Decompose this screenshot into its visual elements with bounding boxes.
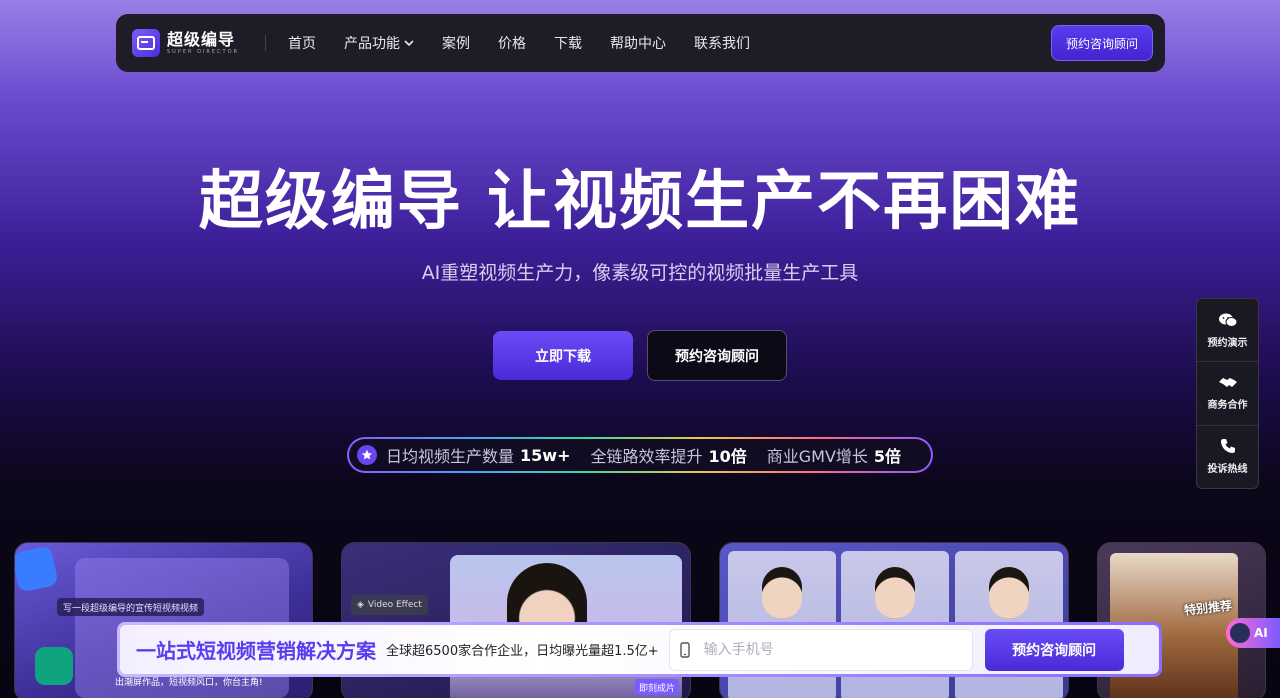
hero-title: 超级编导 让视频生产不再困难 (198, 165, 1082, 239)
nav-divider (264, 35, 266, 51)
nav-link-contact[interactable]: 联系我们 (694, 33, 750, 53)
chatgpt-icon (35, 647, 73, 685)
nav-link-pricing[interactable]: 价格 (498, 33, 526, 53)
stat-label: 日均视频生产数量 (386, 447, 515, 466)
nav-link-features[interactable]: 产品功能 (344, 33, 414, 53)
bottom-lead-bar: 一站式短视频营销解决方案 全球超6500家合作企业，日均曝光量超1.5亿+ 预约… (117, 622, 1162, 677)
logo-title: 超级编导 (167, 29, 236, 49)
nav-consult-button[interactable]: 预约咨询顾问 (1050, 25, 1153, 61)
side-item-demo-label: 预约演示 (1207, 337, 1248, 349)
phone-field[interactable] (668, 628, 973, 671)
star-icon (357, 445, 377, 465)
bottom-title: 一站式短视频营销解决方案 (136, 639, 376, 663)
bottom-consult-button[interactable]: 预约咨询顾问 (984, 628, 1124, 671)
side-item-hotline[interactable]: 投诉热线 (1197, 426, 1258, 488)
wechat-icon (1218, 313, 1237, 327)
nav-link-cases[interactable]: 案例 (442, 33, 470, 53)
logo-subtitle: SUPER DIRECTOR (167, 48, 239, 55)
app-logo-icon (15, 545, 59, 593)
stat-label: 商业GMV增长 (766, 447, 868, 466)
phone-icon (1220, 439, 1235, 454)
download-button[interactable]: 立即下载 (493, 331, 633, 380)
hero-subtitle: AI重塑视频生产力，像素级可控的视频批量生产工具 (421, 262, 859, 284)
nav-link-features-label: 产品功能 (343, 36, 400, 52)
logo-icon (132, 29, 160, 57)
side-item-demo[interactable]: 预约演示 (1197, 299, 1258, 363)
consult-button[interactable]: 预约咨询顾问 (647, 330, 787, 381)
side-item-business[interactable]: 商务合作 (1197, 362, 1258, 426)
avatar-face (875, 567, 915, 619)
bottom-description: 全球超6500家合作企业，日均曝光量超1.5亿+ (386, 644, 659, 659)
video-effect-tag: ◈ Video Effect (351, 595, 428, 615)
ai-assistant-button[interactable]: AI (1226, 618, 1280, 648)
stat-value: 15w+ (520, 445, 571, 465)
nav-link-help[interactable]: 帮助中心 (610, 33, 666, 53)
avatar-face (989, 567, 1029, 619)
video-effect-label: Video Effect (367, 600, 422, 610)
phone-input[interactable] (703, 641, 954, 658)
effect-icon: ◈ (357, 600, 364, 610)
stats-banner: 日均视频生产数量 15w+ 全链路效率提升 10倍 商业GMV增长 5倍 (347, 437, 933, 473)
side-item-hotline-label: 投诉热线 (1207, 464, 1248, 476)
floating-contact-panel: 预约演示 商务合作 投诉热线 (1196, 298, 1259, 489)
side-item-business-label: 商务合作 (1207, 399, 1248, 411)
stat-label: 全链路效率提升 (590, 447, 703, 466)
stat-value: 5倍 (873, 447, 902, 466)
instant-clip-badge: 即刻成片 (635, 679, 680, 695)
logo[interactable]: 超级编导 SUPER DIRECTOR (132, 29, 239, 57)
stat-value: 10倍 (708, 447, 747, 466)
mobile-phone-icon (679, 641, 690, 658)
chevron-down-icon (404, 40, 414, 46)
ai-avatar-icon (1230, 623, 1250, 643)
prompt-bubble: 写一段超级编导的宣传短视频视频 (57, 598, 205, 616)
handshake-icon (1218, 377, 1237, 387)
top-navigation: 超级编导 SUPER DIRECTOR 首页 产品功能 案例 价格 下载 帮助中… (116, 14, 1165, 72)
avatar-face (762, 567, 802, 619)
nav-link-home[interactable]: 首页 (288, 33, 316, 53)
nav-link-download[interactable]: 下载 (554, 33, 582, 53)
ai-assistant-label: AI (1254, 626, 1268, 640)
